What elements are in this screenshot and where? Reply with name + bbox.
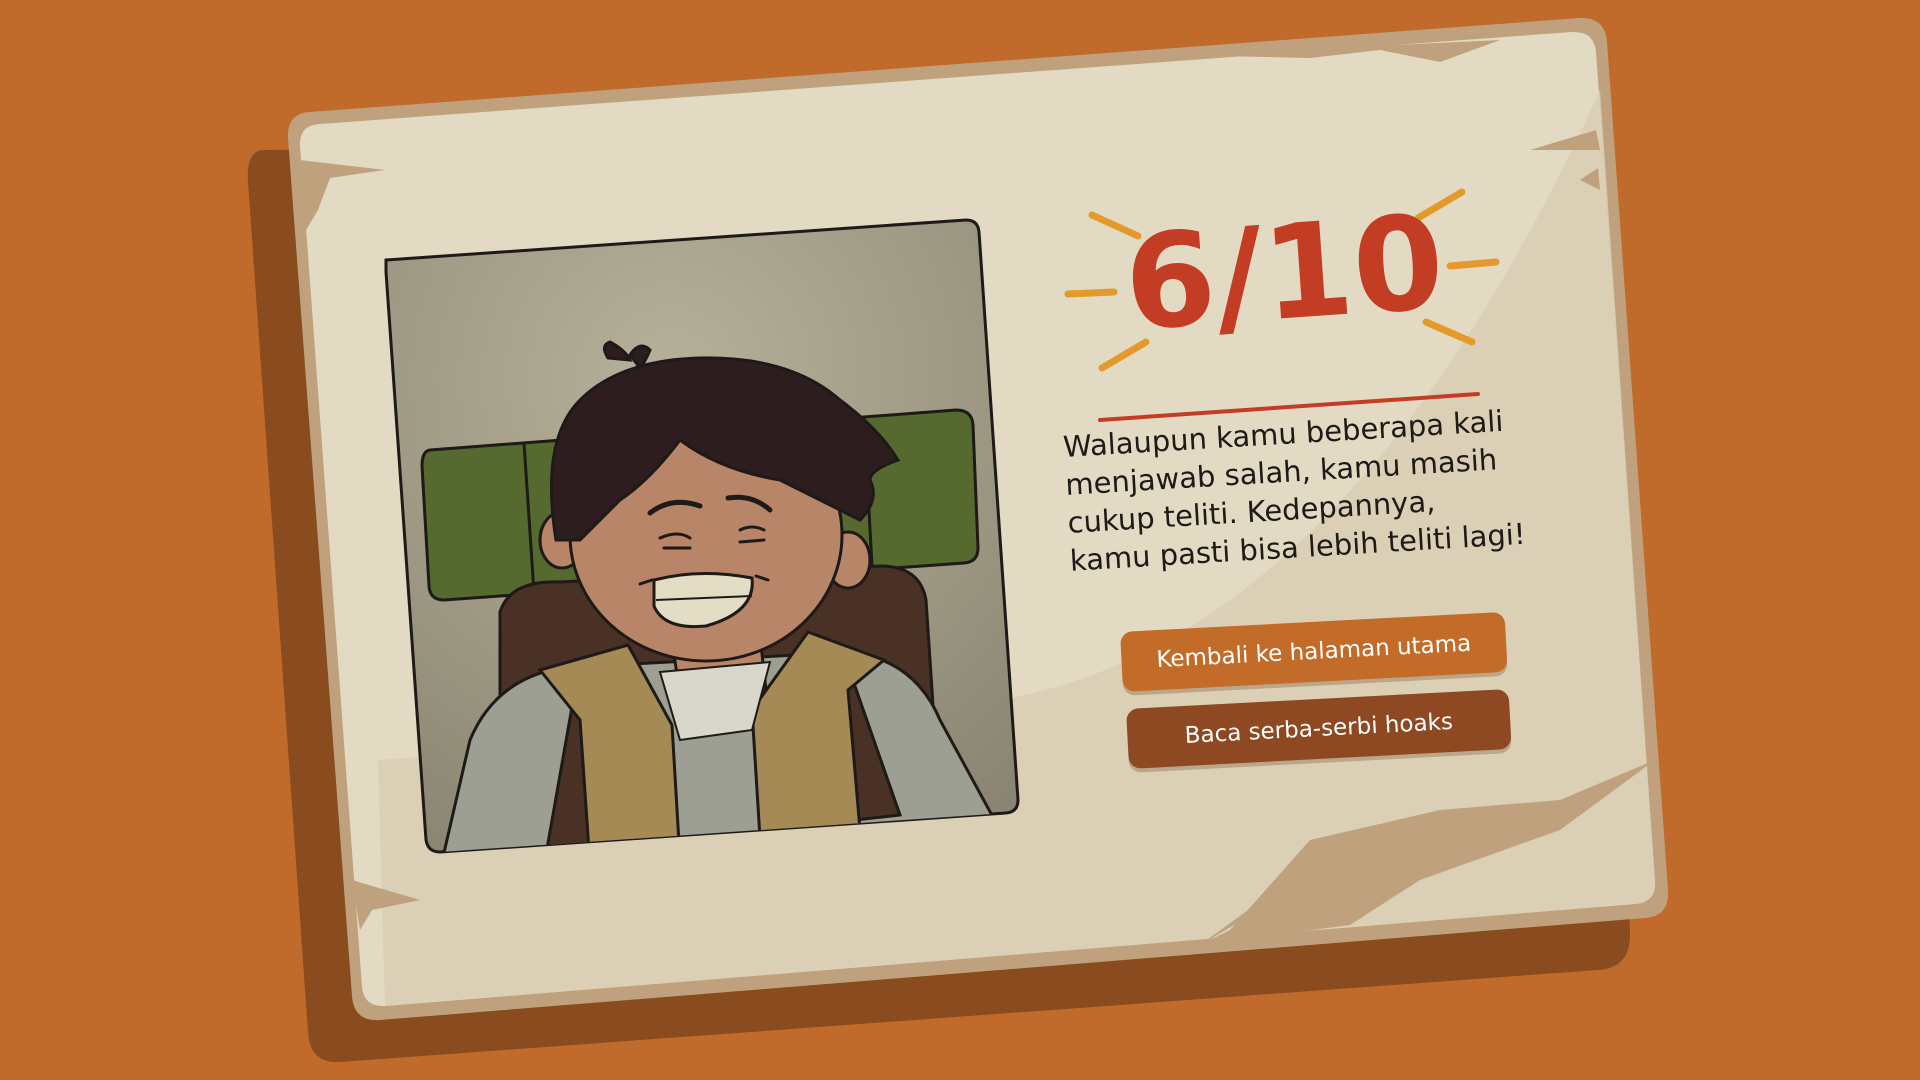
result-message: Walaupun kamu beberapa kali menjawab sal… (1062, 397, 1590, 580)
character-frame (384, 218, 1020, 854)
result-screen: 6/10 Walaupun kamu beberapa kali menjawa… (0, 0, 1920, 1080)
score-value: 6/10 (1120, 186, 1449, 360)
result-card-artwork: 6/10 (247, 17, 1669, 1063)
